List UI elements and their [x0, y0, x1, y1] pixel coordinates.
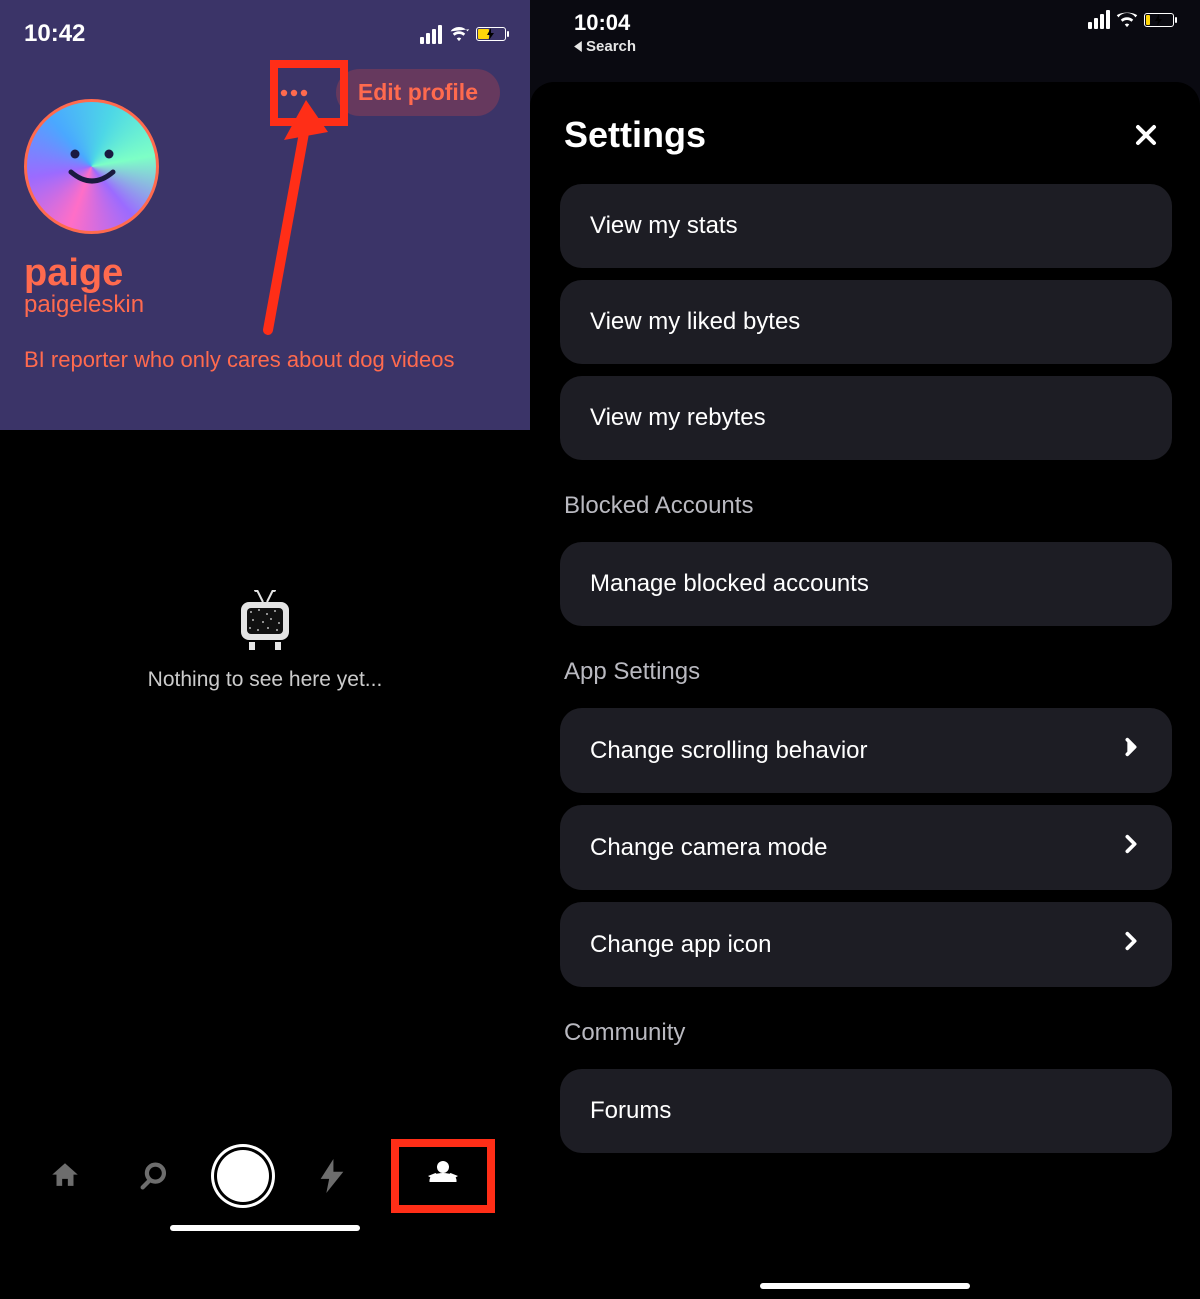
settings-item-label: Change camera mode — [590, 834, 827, 862]
settings-item-label: View my rebytes — [590, 404, 766, 432]
battery-icon — [1144, 13, 1174, 27]
battery-icon — [476, 27, 506, 41]
avatar[interactable] — [24, 99, 159, 234]
status-time: 10:42 — [24, 20, 85, 48]
ellipsis-icon — [280, 89, 308, 97]
section-community: Community — [564, 1019, 1172, 1047]
more-button[interactable] — [267, 73, 322, 113]
wifi-icon — [1116, 12, 1138, 28]
nav-activity[interactable] — [302, 1146, 362, 1206]
settings-item-label: Change scrolling behavior — [590, 737, 868, 765]
status-bar: 10:04 Search — [530, 0, 1200, 58]
nav-profile[interactable] — [425, 1158, 461, 1194]
settings-item-manage-blocked[interactable]: Manage blocked accounts — [560, 542, 1172, 626]
search-icon — [137, 1159, 171, 1193]
settings-item-liked[interactable]: View my liked bytes — [560, 280, 1172, 364]
nav-search[interactable] — [124, 1146, 184, 1206]
close-button[interactable] — [1126, 115, 1166, 155]
chevron-right-icon — [1120, 736, 1142, 765]
avatar-face-icon — [57, 142, 127, 192]
person-icon — [425, 1158, 461, 1194]
edit-profile-button[interactable]: Edit profile — [336, 69, 500, 116]
bottom-nav — [0, 1139, 530, 1213]
settings-item-label: Manage blocked accounts — [590, 570, 869, 598]
empty-state: Nothing to see here yet... — [0, 590, 530, 692]
bolt-icon — [317, 1159, 347, 1193]
settings-sheet: Settings View my stats View my liked byt… — [530, 82, 1200, 1299]
status-time: 10:04 — [574, 10, 636, 36]
settings-item-label: View my liked bytes — [590, 308, 800, 336]
close-icon — [1134, 123, 1158, 147]
record-icon — [217, 1150, 269, 1202]
settings-item-camera[interactable]: Change camera mode — [560, 805, 1172, 890]
settings-title: Settings — [564, 114, 706, 156]
status-icons — [1088, 10, 1174, 29]
nav-record[interactable] — [213, 1146, 273, 1206]
empty-text: Nothing to see here yet... — [0, 668, 530, 692]
home-indicator — [170, 1225, 360, 1231]
settings-screen: 10:04 Search Settings — [530, 0, 1200, 1299]
settings-item-label: Change app icon — [590, 931, 771, 959]
bio: BI reporter who only cares about dog vid… — [24, 347, 506, 373]
settings-item-label: Forums — [590, 1097, 671, 1125]
username: paigeleskin — [24, 291, 506, 319]
settings-item-forums[interactable]: Forums — [560, 1069, 1172, 1153]
chevron-right-icon — [1120, 833, 1142, 862]
settings-item-rebytes[interactable]: View my rebytes — [560, 376, 1172, 460]
cellular-icon — [420, 25, 442, 44]
profile-screen: 10:42 Edit profile — [0, 0, 530, 1299]
settings-item-stats[interactable]: View my stats — [560, 184, 1172, 268]
back-to-app[interactable]: Search — [574, 38, 636, 55]
profile-header: 10:42 Edit profile — [0, 0, 530, 430]
display-name: paige — [24, 252, 506, 295]
back-label: Search — [586, 38, 636, 55]
home-icon — [48, 1159, 82, 1193]
settings-item-appicon[interactable]: Change app icon — [560, 902, 1172, 987]
settings-item-label: View my stats — [590, 212, 738, 240]
home-indicator — [760, 1283, 970, 1289]
annotation-box-profile-tab — [391, 1139, 495, 1213]
tv-icon — [235, 590, 295, 650]
status-icons — [420, 25, 506, 44]
chevron-right-icon — [1120, 930, 1142, 959]
section-blocked: Blocked Accounts — [564, 492, 1172, 520]
status-bar: 10:42 — [24, 14, 506, 54]
section-app-settings: App Settings — [564, 658, 1172, 686]
nav-home[interactable] — [35, 1146, 95, 1206]
wifi-icon — [448, 26, 470, 42]
back-caret-icon — [574, 41, 583, 52]
cellular-icon — [1088, 10, 1110, 29]
settings-item-scroll[interactable]: Change scrolling behavior — [560, 708, 1172, 793]
